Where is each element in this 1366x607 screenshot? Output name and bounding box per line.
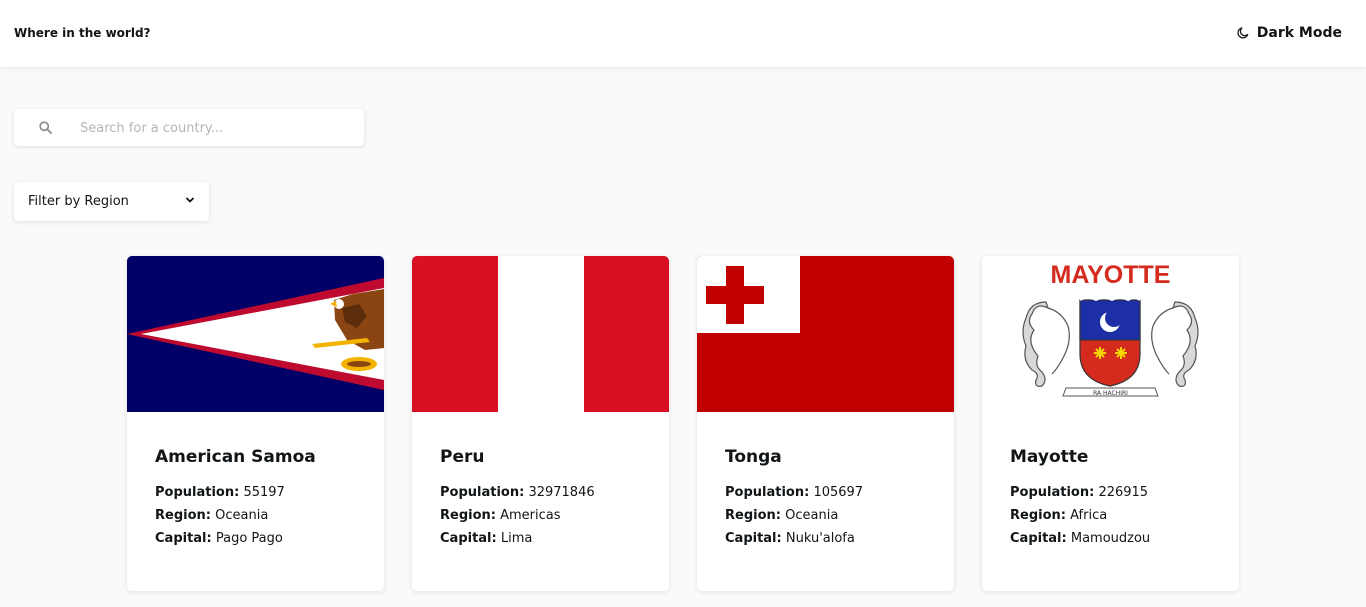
search-icon [38, 120, 53, 139]
mayotte-flag: MAYOTTE RA HACHIRI [982, 256, 1239, 412]
search-input[interactable] [78, 109, 352, 148]
moon-icon [1236, 26, 1250, 40]
country-card[interactable]: MAYOTTE RA HACHIRI Mayotte Population: 2… [982, 256, 1239, 591]
region-filter-value: Filter by Region [28, 194, 129, 209]
dark-mode-toggle[interactable]: Dark Mode [1236, 24, 1342, 42]
top-header: Where in the world? Dark Mode [0, 0, 1366, 67]
capital-line: Capital: Mamoudzou [1010, 531, 1151, 546]
population-line: Population: 32971846 [440, 485, 595, 500]
region-line: Region: Africa [1010, 508, 1108, 523]
country-name: Mayotte [1010, 447, 1089, 467]
population-line: Population: 105697 [725, 485, 864, 500]
country-card[interactable]: Tonga Population: 105697 Region: Oceania… [697, 256, 954, 591]
region-line: Region: Americas [440, 508, 561, 523]
country-name: Tonga [725, 447, 782, 467]
american-samoa-flag [127, 256, 384, 412]
country-name: Peru [440, 447, 485, 467]
region-line: Region: Oceania [725, 508, 839, 523]
chevron-down-icon [185, 194, 195, 209]
region-line: Region: Oceania [155, 508, 269, 523]
tonga-flag [697, 256, 954, 412]
country-card[interactable]: Peru Population: 32971846 Region: Americ… [412, 256, 669, 591]
capital-line: Capital: Lima [440, 531, 533, 546]
peru-flag [412, 256, 669, 412]
search-box [14, 109, 364, 148]
mayotte-motto-text: RA HACHIRI [1093, 390, 1128, 397]
country-name: American Samoa [155, 447, 316, 467]
app-title: Where in the world? [14, 26, 151, 40]
dark-mode-label: Dark Mode [1256, 25, 1342, 41]
population-line: Population: 55197 [155, 485, 285, 500]
capital-line: Capital: Pago Pago [155, 531, 283, 546]
region-filter-select[interactable]: Filter by Region [14, 182, 209, 221]
capital-line: Capital: Nuku'alofa [725, 531, 855, 546]
mayotte-flag-text: MAYOTTE [1051, 261, 1171, 289]
population-line: Population: 226915 [1010, 485, 1149, 500]
country-card[interactable]: American Samoa Population: 55197 Region:… [127, 256, 384, 591]
